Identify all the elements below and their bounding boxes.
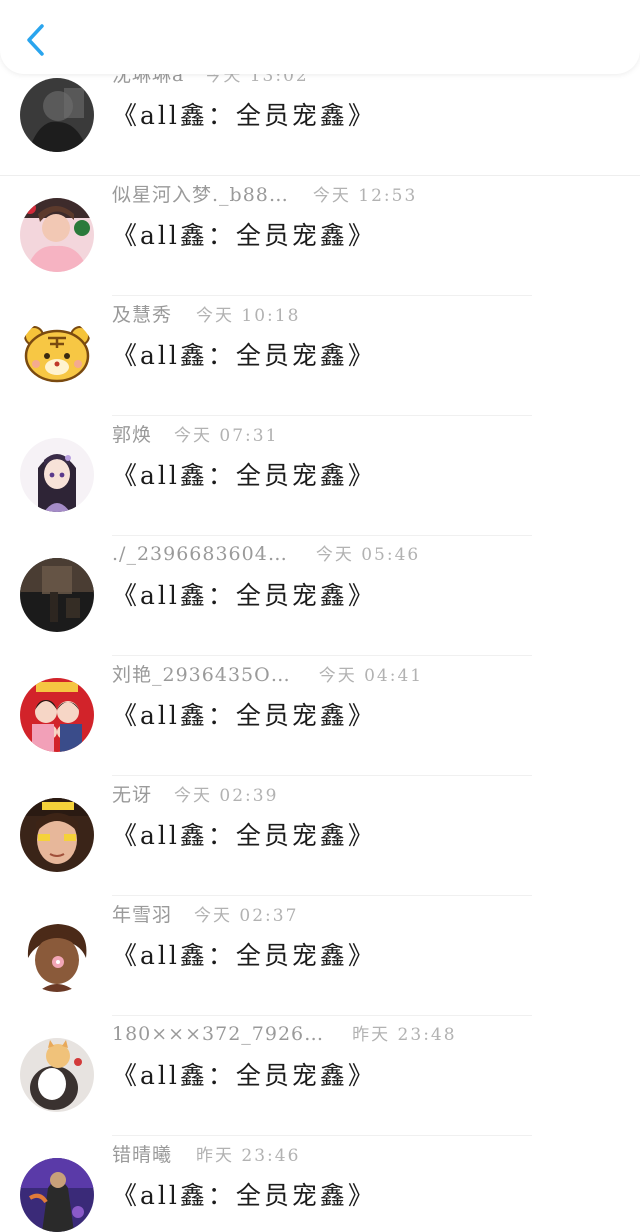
dark-scene-avatar-icon <box>20 558 94 632</box>
avatar <box>20 1038 94 1112</box>
list-item[interactable]: 似星河入梦._b88… 今天 12:53 《all鑫：全员宠鑫》 <box>0 184 640 318</box>
item-meta: 郭焕 今天 07:31 <box>112 420 278 448</box>
item-meta: 及慧秀 今天 10:18 <box>112 300 300 328</box>
item-meta: 刘艳_2936435O… 今天 04:41 <box>112 660 423 688</box>
avatar <box>20 918 94 992</box>
divider <box>112 1015 532 1016</box>
item-meta: ./_2396683604… 今天 05:46 <box>112 540 420 568</box>
user-name[interactable]: 错晴曦 <box>112 1140 172 1167</box>
avatar <box>20 78 94 152</box>
screen: 沈琳琳a 今天 13:02 《all鑫：全员宠鑫》 似星河入梦._b88… 今天 1 <box>0 0 640 1232</box>
avatar <box>20 1158 94 1232</box>
cartoon-boy-avatar-icon <box>20 918 94 992</box>
user-name[interactable]: 似星河入梦._b88… <box>112 180 289 207</box>
book-title[interactable]: 《all鑫：全员宠鑫》 <box>112 816 376 852</box>
face-photo-avatar-icon <box>20 798 94 872</box>
purple-art-avatar-icon <box>20 1158 94 1232</box>
timestamp: 今天 04:41 <box>318 666 424 686</box>
timestamp: 昨天 23:46 <box>196 1146 301 1166</box>
list-item[interactable]: 及慧秀 今天 10:18 《all鑫：全员宠鑫》 <box>0 304 640 438</box>
item-meta: 无讶 今天 02:39 <box>112 780 278 808</box>
divider <box>112 775 532 776</box>
back-button[interactable] <box>16 16 56 64</box>
user-name[interactable]: 无讶 <box>112 780 152 807</box>
timestamp: 今天 10:18 <box>196 306 301 326</box>
book-title[interactable]: 《all鑫：全员宠鑫》 <box>112 456 376 492</box>
divider <box>112 655 532 656</box>
book-title[interactable]: 《all鑫：全员宠鑫》 <box>112 936 376 972</box>
divider <box>112 415 532 416</box>
item-meta: 似星河入梦._b88… 今天 12:53 <box>112 180 417 208</box>
divider <box>0 175 640 176</box>
cat-photo-avatar-icon <box>20 1038 94 1112</box>
list-item[interactable]: 180×××372_7926… 昨天 23:48 《all鑫：全员宠鑫》 <box>0 1023 640 1158</box>
user-name[interactable]: 郭焕 <box>112 420 152 447</box>
avatar <box>20 318 94 392</box>
timestamp: 今天 12:53 <box>312 186 418 206</box>
chevron-left-icon <box>27 24 44 56</box>
avatar <box>20 438 94 512</box>
anime-girl-avatar-icon <box>20 438 94 512</box>
item-meta: 错晴曦 昨天 23:46 <box>112 1140 300 1168</box>
timestamp: 今天 05:46 <box>315 545 421 565</box>
book-title[interactable]: 《all鑫：全员宠鑫》 <box>112 96 376 132</box>
timestamp: 今天 07:31 <box>174 426 279 446</box>
dark-photo-avatar-icon <box>20 78 94 152</box>
divider <box>112 535 532 536</box>
user-name[interactable]: 年雪羽 <box>112 900 172 927</box>
book-title[interactable]: 《all鑫：全员宠鑫》 <box>112 1176 376 1212</box>
item-meta: 180×××372_7926… 昨天 23:48 <box>112 1020 457 1048</box>
book-title[interactable]: 《all鑫：全员宠鑫》 <box>112 576 376 612</box>
reader-list: 沈琳琳a 今天 13:02 《all鑫：全员宠鑫》 似星河入梦._b88… 今天 1 <box>0 0 640 1232</box>
list-item[interactable]: 无讶 今天 02:39 《all鑫：全员宠鑫》 <box>0 784 640 918</box>
avatar <box>20 678 94 752</box>
book-title[interactable]: 《all鑫：全员宠鑫》 <box>112 216 376 252</box>
timestamp: 今天 02:37 <box>194 906 299 926</box>
list-item[interactable]: 错晴曦 昨天 23:46 《all鑫：全员宠鑫》 <box>0 1144 640 1232</box>
pink-photo-avatar-icon <box>20 198 94 272</box>
book-title[interactable]: 《all鑫：全员宠鑫》 <box>112 336 376 372</box>
list-item[interactable]: 刘艳_2936435O… 今天 04:41 《all鑫：全员宠鑫》 <box>0 664 640 798</box>
timestamp: 今天 02:39 <box>174 786 279 806</box>
cartoon-tiger-avatar-icon <box>20 318 94 392</box>
avatar <box>20 558 94 632</box>
divider <box>112 895 532 896</box>
avatar <box>20 198 94 272</box>
avatar <box>20 798 94 872</box>
timestamp: 昨天 23:48 <box>352 1025 457 1045</box>
top-bar <box>0 0 640 74</box>
book-title[interactable]: 《all鑫：全员宠鑫》 <box>112 1056 376 1092</box>
divider <box>112 295 532 296</box>
book-title[interactable]: 《all鑫：全员宠鑫》 <box>112 696 376 732</box>
item-meta: 年雪羽 今天 02:37 <box>112 900 298 928</box>
user-name[interactable]: 180×××372_7926… <box>112 1023 324 1045</box>
user-name[interactable]: 刘艳_2936435O… <box>112 660 291 687</box>
user-name[interactable]: ./_2396683604… <box>112 543 288 565</box>
divider <box>112 1135 532 1136</box>
user-name[interactable]: 及慧秀 <box>112 300 172 327</box>
cartoon-family-avatar-icon <box>20 678 94 752</box>
